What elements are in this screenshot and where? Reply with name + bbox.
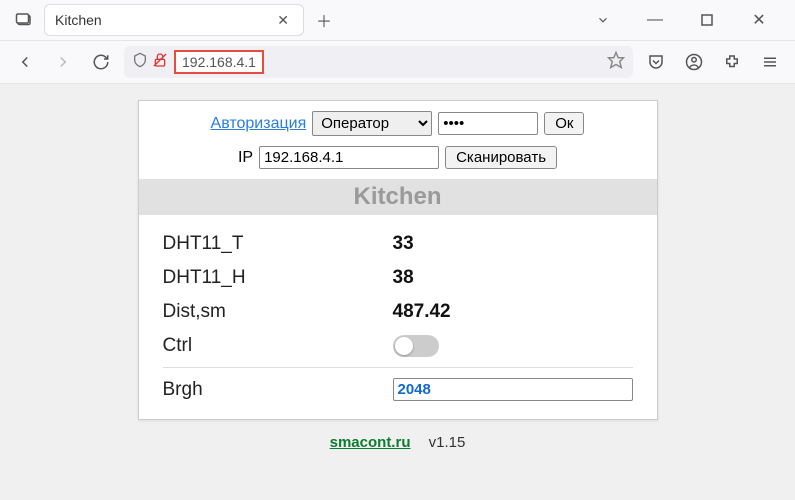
back-button[interactable]: [10, 47, 40, 77]
new-tab-button[interactable]: ＋: [308, 4, 340, 36]
pocket-icon[interactable]: [641, 47, 671, 77]
divider: [163, 367, 633, 368]
toggle-knob: [395, 337, 413, 355]
device-panel: Авторизация Оператор Ок IP Сканировать K…: [138, 100, 658, 420]
account-icon[interactable]: [679, 47, 709, 77]
sensor-value: 38: [393, 267, 414, 289]
forward-button[interactable]: [48, 47, 78, 77]
tab-title: Kitchen: [55, 12, 273, 28]
bookmark-star-icon[interactable]: [607, 51, 625, 74]
ip-label: IP: [238, 149, 253, 167]
sensor-value: 33: [393, 233, 414, 255]
maximize-window-button[interactable]: [691, 4, 723, 36]
sensor-label: Dist,sm: [163, 301, 393, 323]
lock-insecure-icon[interactable]: [152, 52, 168, 73]
ok-button[interactable]: Ок: [544, 112, 584, 135]
ctrl-label: Ctrl: [163, 335, 393, 357]
page-footer: smacont.ru v1.15: [330, 434, 466, 451]
workspace-icon[interactable]: [8, 4, 40, 36]
sensor-row: DHT11_H 38: [163, 261, 633, 295]
shield-icon[interactable]: [132, 52, 148, 73]
tabs-dropdown-icon[interactable]: [587, 4, 619, 36]
url-text: 192.168.4.1: [174, 50, 264, 74]
auth-label[interactable]: Авторизация: [211, 115, 307, 133]
close-tab-icon[interactable]: ✕: [273, 12, 293, 29]
menu-icon[interactable]: [755, 47, 785, 77]
footer-link[interactable]: smacont.ru: [330, 434, 411, 451]
sensor-label: DHT11_T: [163, 233, 393, 255]
extensions-icon[interactable]: [717, 47, 747, 77]
brgh-input[interactable]: [393, 378, 633, 401]
ip-input[interactable]: [259, 146, 439, 169]
close-window-button[interactable]: ✕: [743, 4, 775, 36]
scan-button[interactable]: Сканировать: [445, 146, 557, 169]
brgh-row: Brgh: [163, 372, 633, 407]
sensor-row: Dist,sm 487.42: [163, 295, 633, 329]
sensor-label: DHT11_H: [163, 267, 393, 289]
reload-button[interactable]: [86, 47, 116, 77]
sensor-value: 487.42: [393, 301, 451, 323]
role-select[interactable]: Оператор: [312, 111, 432, 136]
password-input[interactable]: [438, 112, 538, 135]
address-bar[interactable]: 192.168.4.1: [124, 46, 633, 78]
browser-tab[interactable]: Kitchen ✕: [44, 4, 304, 36]
ctrl-toggle[interactable]: [393, 335, 439, 357]
version-text: v1.15: [429, 434, 466, 451]
ctrl-row: Ctrl: [163, 329, 633, 363]
minimize-window-button[interactable]: —: [639, 4, 671, 36]
sensor-row: DHT11_T 33: [163, 227, 633, 261]
device-title: Kitchen: [139, 179, 657, 215]
brgh-label: Brgh: [163, 379, 393, 401]
